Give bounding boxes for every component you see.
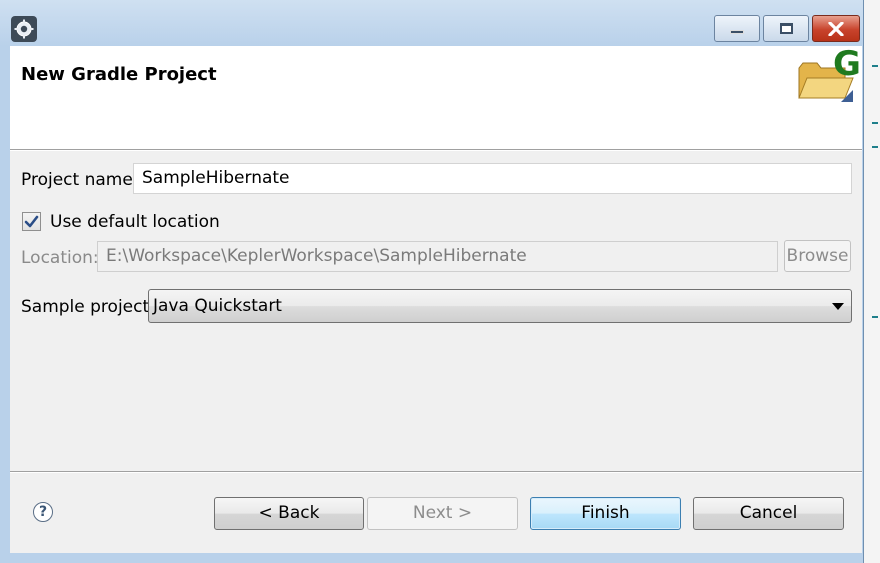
background-mark (872, 316, 878, 318)
maximize-icon (779, 23, 793, 34)
use-default-location-label[interactable]: Use default location (50, 212, 220, 232)
back-button[interactable]: < Back (214, 497, 364, 530)
minimize-button[interactable] (714, 15, 760, 42)
eclipse-gear-icon[interactable] (11, 16, 37, 42)
header-divider (10, 150, 862, 151)
chevron-down-icon[interactable] (832, 303, 844, 310)
window-controls (711, 15, 860, 42)
gradle-letter: G (833, 44, 861, 84)
cancel-button[interactable]: Cancel (693, 497, 844, 530)
finish-button[interactable]: Finish (530, 497, 681, 530)
background-mark (872, 65, 878, 67)
wizard-window: New Gradle Project G Project name: Sampl… (0, 0, 864, 563)
checkmark-icon (24, 215, 39, 227)
sample-project-label: Sample project: (21, 297, 155, 317)
help-icon[interactable]: ? (33, 502, 53, 522)
gradle-folder-icon: G (797, 44, 861, 110)
background-mark (872, 146, 878, 148)
page-title: New Gradle Project (21, 64, 217, 85)
close-button[interactable] (812, 15, 860, 42)
next-button[interactable]: Next > (367, 497, 518, 530)
background-mark (872, 122, 878, 124)
wizard-dialog: New Gradle Project G Project name: Sampl… (10, 44, 862, 553)
close-icon (828, 21, 844, 36)
project-name-label: Project name: (21, 170, 139, 190)
sample-project-value: Java Quickstart (153, 296, 282, 316)
background-window-edge (864, 0, 880, 563)
minimize-icon (730, 30, 744, 34)
sample-project-select[interactable]: Java Quickstart (148, 289, 852, 323)
browse-button[interactable]: Browse (784, 240, 851, 272)
footer-divider-highlight (10, 472, 862, 473)
location-input[interactable]: E:\Workspace\KeplerWorkspace\SampleHiber… (97, 241, 778, 272)
wizard-header: New Gradle Project G (10, 44, 862, 150)
project-name-input[interactable]: SampleHibernate (133, 163, 852, 194)
location-label: Location: (21, 248, 99, 268)
use-default-location-checkbox[interactable] (22, 212, 41, 231)
maximize-button[interactable] (763, 15, 809, 42)
